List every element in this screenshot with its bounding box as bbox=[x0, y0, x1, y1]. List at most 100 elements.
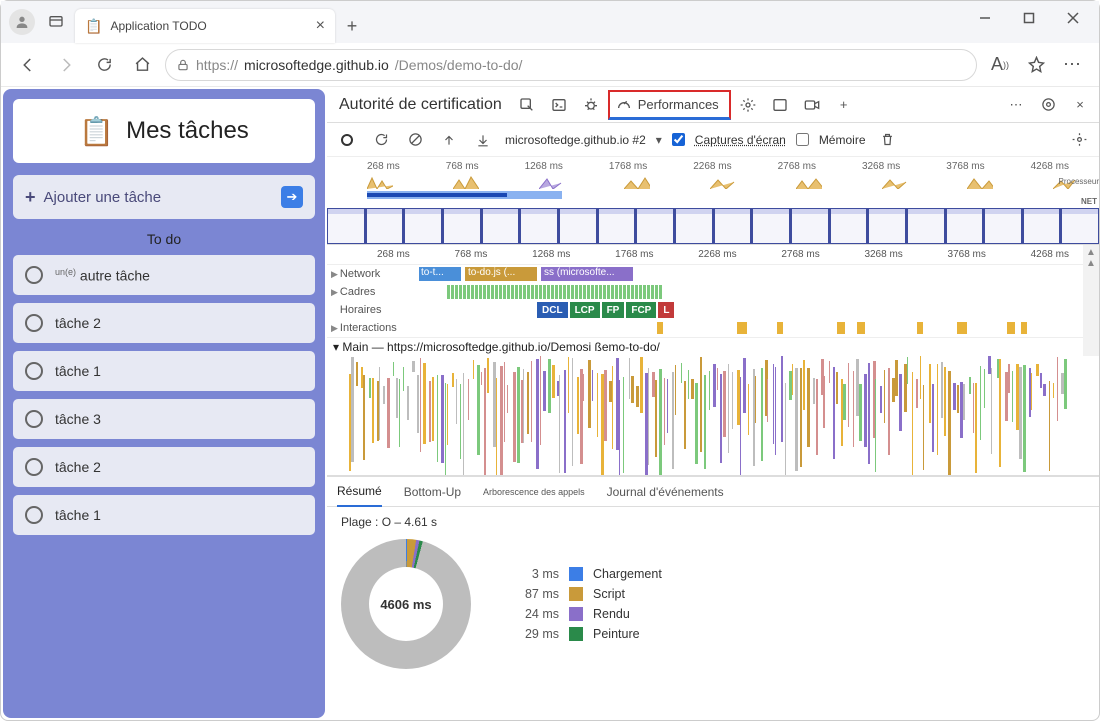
tab-performances[interactable]: Performances bbox=[608, 90, 731, 120]
app-header: 📋 Mes tâches bbox=[13, 99, 315, 163]
summary-donut-chart[interactable]: 4606 ms bbox=[341, 539, 471, 669]
task-item[interactable]: un(e) autre tâche bbox=[13, 255, 315, 295]
tab-favicon-icon: 📋 bbox=[85, 18, 102, 35]
task-label: tâche 3 bbox=[55, 411, 101, 427]
devtools-settings-icon[interactable] bbox=[1033, 90, 1063, 120]
range-label: Plage : O – 4.61 s bbox=[341, 515, 1085, 529]
radio-icon[interactable] bbox=[25, 410, 43, 428]
more-icon[interactable]: ⋯ bbox=[1057, 50, 1087, 80]
add-task-input[interactable]: + Ajouter une tâche ➔ bbox=[13, 175, 315, 219]
net-resource[interactable]: to-t... bbox=[419, 267, 461, 281]
track-main-label[interactable]: ▾ Main — https://microsoftedge.github.io… bbox=[327, 337, 1099, 356]
radio-icon[interactable] bbox=[25, 458, 43, 476]
back-button[interactable] bbox=[13, 50, 43, 80]
bug-icon[interactable] bbox=[576, 90, 606, 120]
new-tab-button[interactable]: + bbox=[335, 9, 369, 43]
flame-chart[interactable]: document.write(Array.from({length:180},(… bbox=[327, 356, 1099, 476]
devtools-close-icon[interactable]: × bbox=[1065, 90, 1095, 120]
net-resource[interactable]: ss (microsofte... bbox=[541, 267, 633, 281]
tab-call-tree[interactable]: Arborescence des appels bbox=[483, 477, 585, 507]
radio-icon[interactable] bbox=[25, 314, 43, 332]
favorite-icon[interactable] bbox=[1021, 50, 1051, 80]
gc-icon[interactable] bbox=[876, 128, 900, 152]
task-item[interactable]: tâche 2 bbox=[13, 303, 315, 343]
window-minimize-button[interactable] bbox=[963, 1, 1007, 35]
chevron-right-icon[interactable]: ▶ bbox=[331, 269, 338, 280]
summary-legend: 3 msChargement 87 msScript 24 msRendu 29… bbox=[511, 567, 662, 641]
tab-summary[interactable]: Résumé bbox=[337, 477, 382, 507]
task-label: tâche 1 bbox=[55, 507, 101, 523]
summary-tabs: Résumé Bottom-Up Arborescence des appels… bbox=[327, 477, 1099, 507]
interaction-bars bbox=[417, 322, 1079, 334]
perf-tracks: ▲▲▼ 268 ms768 ms1268 ms1768 ms2268 ms276… bbox=[327, 245, 1099, 477]
browser-titlebar: 📋 Application TODO × + bbox=[1, 1, 1099, 43]
inspect-icon[interactable] bbox=[512, 90, 542, 120]
task-item[interactable]: tâche 2 bbox=[13, 447, 315, 487]
chevron-right-icon[interactable]: ▶ bbox=[331, 287, 338, 298]
radio-icon[interactable] bbox=[25, 362, 43, 380]
add-task-placeholder: Ajouter une tâche bbox=[44, 189, 162, 206]
todo-app: 📋 Mes tâches + Ajouter une tâche ➔ To do… bbox=[3, 89, 325, 718]
console-icon[interactable] bbox=[544, 90, 574, 120]
task-item[interactable]: tâche 1 bbox=[13, 495, 315, 535]
task-item[interactable]: tâche 3 bbox=[13, 399, 315, 439]
summary-panel: Plage : O – 4.61 s 4606 ms 3 msChargemen… bbox=[327, 507, 1099, 677]
screenshots-label[interactable]: Captures d'écran bbox=[695, 133, 786, 147]
forward-button bbox=[51, 50, 81, 80]
memory-checkbox[interactable] bbox=[796, 133, 809, 146]
refresh-button[interactable] bbox=[89, 50, 119, 80]
track-interactions[interactable]: ▶Interactions bbox=[327, 319, 1099, 337]
window-close-button[interactable] bbox=[1051, 1, 1095, 35]
record-button[interactable] bbox=[335, 128, 359, 152]
memory-label[interactable]: Mémoire bbox=[819, 133, 866, 147]
track-frames[interactable]: ▶Cadres bbox=[327, 283, 1099, 301]
track-network[interactable]: ▶Network to-t... to-do.js (... ss (micro… bbox=[327, 265, 1099, 283]
chevron-down-icon[interactable]: ▾ bbox=[333, 340, 339, 354]
clear-button[interactable] bbox=[403, 128, 427, 152]
home-button[interactable] bbox=[127, 50, 157, 80]
download-icon[interactable] bbox=[471, 128, 495, 152]
radio-icon[interactable] bbox=[25, 506, 43, 524]
target-label[interactable]: microsoftedge.github.io #2 bbox=[505, 133, 646, 147]
more-tools-icon[interactable]: ⋯ bbox=[1001, 90, 1031, 120]
url-path: /Demos/demo-to-do/ bbox=[395, 57, 523, 73]
overview-timeline[interactable]: 268 ms768 ms1268 ms1768 ms2268 ms2768 ms… bbox=[327, 157, 1099, 245]
tab-event-log[interactable]: Journal d'événements bbox=[607, 477, 724, 507]
url-input[interactable]: https://microsoftedge.github.io/Demos/de… bbox=[165, 49, 977, 81]
perf-settings-icon[interactable] bbox=[1067, 128, 1091, 152]
workspaces-icon[interactable] bbox=[43, 9, 69, 35]
read-aloud-icon[interactable]: A)) bbox=[985, 50, 1015, 80]
devtools-tabstrip: Autorité de certification Performances +… bbox=[327, 87, 1099, 123]
swatch-icon bbox=[569, 587, 583, 601]
upload-icon[interactable] bbox=[437, 128, 461, 152]
filmstrip[interactable] bbox=[327, 208, 1099, 244]
window-maximize-button[interactable] bbox=[1007, 1, 1051, 35]
screenshots-checkbox[interactable] bbox=[672, 133, 685, 146]
plus-icon[interactable]: + bbox=[829, 90, 859, 120]
reload-record-button[interactable] bbox=[369, 128, 393, 152]
radio-icon[interactable] bbox=[25, 266, 43, 284]
tab-bottom-up[interactable]: Bottom-Up bbox=[404, 477, 461, 507]
app-title: Mes tâches bbox=[126, 117, 249, 145]
task-label: un(e) autre tâche bbox=[55, 267, 150, 284]
address-bar: https://microsoftedge.github.io/Demos/de… bbox=[1, 43, 1099, 87]
tab-close-icon[interactable]: × bbox=[316, 17, 325, 35]
swatch-icon bbox=[569, 627, 583, 641]
processor-label: Processeur bbox=[1059, 177, 1099, 186]
net-resource[interactable]: to-do.js (... bbox=[465, 267, 537, 281]
chevron-right-icon[interactable]: ▶ bbox=[331, 323, 338, 334]
tab-label: Performances bbox=[638, 97, 719, 112]
camera-icon[interactable] bbox=[797, 90, 827, 120]
donut-center-value: 4606 ms bbox=[380, 597, 431, 612]
browser-tab[interactable]: 📋 Application TODO × bbox=[75, 9, 335, 43]
task-item[interactable]: tâche 1 bbox=[13, 351, 315, 391]
panel-icon[interactable] bbox=[765, 90, 795, 120]
submit-task-button[interactable]: ➔ bbox=[281, 186, 303, 208]
devtools-overlay-text: Autorité de certification bbox=[331, 87, 510, 123]
clipboard-icon: 📋 bbox=[79, 115, 114, 148]
devtools-panel: Autorité de certification Performances +… bbox=[327, 87, 1099, 720]
settings-icon[interactable] bbox=[733, 90, 763, 120]
track-timings[interactable]: ▶Horaires DCL LCP FP FCP L bbox=[327, 301, 1099, 319]
net-label: NET bbox=[1081, 197, 1097, 206]
profile-avatar[interactable] bbox=[9, 9, 35, 35]
